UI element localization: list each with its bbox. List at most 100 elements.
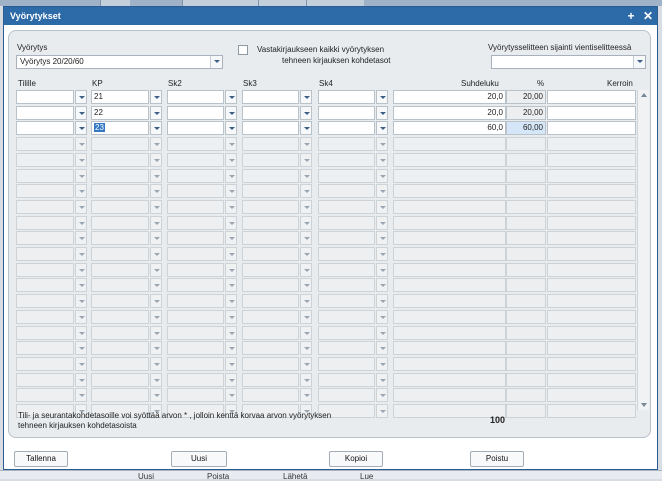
cell-kp[interactable] — [91, 388, 149, 403]
cell-kp[interactable]: 22 — [91, 105, 149, 120]
cell-sk2-dropdown[interactable] — [225, 168, 237, 183]
cell-tili-dropdown[interactable] — [75, 372, 87, 387]
cell-suhdeluku[interactable] — [393, 168, 506, 183]
cell-sk3-dropdown[interactable] — [300, 105, 312, 120]
cell-sk3-dropdown[interactable] — [300, 341, 312, 356]
cell-sk2-dropdown[interactable] — [225, 341, 237, 356]
cell-sk4[interactable] — [318, 294, 375, 309]
cell-suhdeluku[interactable] — [393, 137, 506, 152]
cell-kp-dropdown[interactable] — [150, 137, 162, 152]
cell-tili-dropdown[interactable] — [75, 356, 87, 371]
cell-kp[interactable] — [91, 262, 149, 277]
cell-sk2-dropdown[interactable] — [225, 294, 237, 309]
cell-sk3[interactable] — [242, 231, 299, 246]
cell-kp[interactable] — [91, 152, 149, 167]
cell-kp-dropdown[interactable] — [150, 388, 162, 403]
cell-kp[interactable]: 23 — [91, 121, 149, 136]
cell-tili-dropdown[interactable] — [75, 262, 87, 277]
cell-sk2-dropdown[interactable] — [225, 325, 237, 340]
close-icon[interactable]: ✕ — [641, 7, 655, 25]
cell-tili-dropdown[interactable] — [75, 247, 87, 261]
cell-kp[interactable] — [91, 294, 149, 309]
cell-tili[interactable] — [16, 184, 74, 199]
cell-tili[interactable] — [16, 372, 74, 387]
cell-sk2-dropdown[interactable] — [225, 372, 237, 387]
cell-kp-dropdown[interactable] — [150, 199, 162, 214]
cell-sk2-dropdown[interactable] — [225, 278, 237, 293]
cell-kerroin[interactable] — [547, 388, 636, 403]
cell-sk4-dropdown[interactable] — [376, 184, 388, 199]
cell-kp-dropdown[interactable] — [150, 184, 162, 199]
cell-tili[interactable] — [16, 137, 74, 152]
cell-sk2[interactable] — [167, 152, 224, 167]
selite-dropdown-button[interactable] — [633, 56, 645, 68]
cell-sk2[interactable] — [167, 309, 224, 324]
cell-sk3[interactable] — [242, 90, 299, 104]
cell-sk2-dropdown[interactable] — [225, 388, 237, 403]
cell-suhdeluku[interactable] — [393, 199, 506, 214]
cell-tili-dropdown[interactable] — [75, 341, 87, 356]
exit-button[interactable]: Poistu — [470, 451, 524, 467]
cell-kp[interactable] — [91, 372, 149, 387]
cell-sk3[interactable] — [242, 341, 299, 356]
cell-sk2[interactable] — [167, 105, 224, 120]
cell-tili[interactable] — [16, 231, 74, 246]
cell-sk3-dropdown[interactable] — [300, 184, 312, 199]
cell-sk4-dropdown[interactable] — [376, 372, 388, 387]
cell-sk3-dropdown[interactable] — [300, 231, 312, 246]
vastakirjaus-checkbox[interactable] — [238, 45, 248, 55]
cell-suhdeluku[interactable] — [393, 325, 506, 340]
cell-tili[interactable] — [16, 341, 74, 356]
cell-suhdeluku[interactable] — [393, 278, 506, 293]
cell-sk3[interactable] — [242, 121, 299, 136]
cell-kp[interactable] — [91, 325, 149, 340]
cell-sk3[interactable] — [242, 356, 299, 371]
cell-kerroin[interactable] — [547, 294, 636, 309]
cell-sk4[interactable] — [318, 137, 375, 152]
cell-kerroin[interactable] — [547, 168, 636, 183]
cell-kerroin[interactable] — [547, 199, 636, 214]
dialog-titlebar[interactable]: Vyörytykset — [4, 7, 657, 25]
cell-tili-dropdown[interactable] — [75, 231, 87, 246]
cell-sk4-dropdown[interactable] — [376, 121, 388, 136]
cell-suhdeluku[interactable] — [393, 215, 506, 230]
cell-sk4[interactable] — [318, 325, 375, 340]
cell-sk4-dropdown[interactable] — [376, 215, 388, 230]
copy-button[interactable]: Kopioi — [329, 451, 383, 467]
cell-tili[interactable] — [16, 356, 74, 371]
cell-kp-dropdown[interactable] — [150, 231, 162, 246]
cell-sk4-dropdown[interactable] — [376, 309, 388, 324]
cell-tili[interactable] — [16, 247, 74, 261]
cell-tili-dropdown[interactable] — [75, 294, 87, 309]
cell-sk2-dropdown[interactable] — [225, 90, 237, 104]
cell-tili[interactable] — [16, 168, 74, 183]
cell-sk2-dropdown[interactable] — [225, 356, 237, 371]
cell-sk3[interactable] — [242, 388, 299, 403]
cell-kp-dropdown[interactable] — [150, 356, 162, 371]
cell-tili[interactable] — [16, 388, 74, 403]
cell-sk2[interactable] — [167, 388, 224, 403]
cell-sk4-dropdown[interactable] — [376, 152, 388, 167]
cell-sk2[interactable] — [167, 199, 224, 214]
cell-sk3-dropdown[interactable] — [300, 121, 312, 136]
cell-sk4-dropdown[interactable] — [376, 356, 388, 371]
cell-kp-dropdown[interactable] — [150, 341, 162, 356]
cell-suhdeluku[interactable] — [393, 341, 506, 356]
cell-kp[interactable] — [91, 199, 149, 214]
cell-sk3[interactable] — [242, 152, 299, 167]
cell-sk3[interactable] — [242, 137, 299, 152]
cell-sk3[interactable] — [242, 184, 299, 199]
cell-sk2[interactable] — [167, 247, 224, 261]
cell-tili[interactable] — [16, 105, 74, 120]
cell-tili-dropdown[interactable] — [75, 137, 87, 152]
vyorytys-combo[interactable]: Vyörytys 20/20/60 — [16, 55, 223, 69]
cell-sk3-dropdown[interactable] — [300, 199, 312, 214]
cell-suhdeluku[interactable] — [393, 231, 506, 246]
cell-kp-dropdown[interactable] — [150, 90, 162, 104]
cell-sk4[interactable] — [318, 168, 375, 183]
cell-suhdeluku[interactable] — [393, 184, 506, 199]
cell-sk3-dropdown[interactable] — [300, 388, 312, 403]
cell-sk2[interactable] — [167, 341, 224, 356]
cell-sk2[interactable] — [167, 137, 224, 152]
cell-suhdeluku[interactable] — [393, 262, 506, 277]
